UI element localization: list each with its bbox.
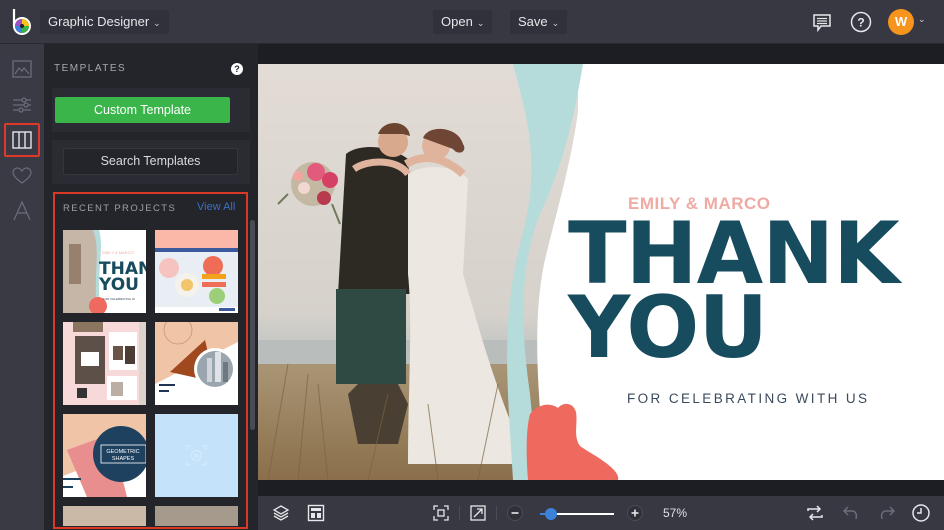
- rail-item-image-manager[interactable]: [4, 52, 40, 86]
- fit-screen-icon[interactable]: [430, 502, 452, 524]
- svg-text:YOU: YOU: [98, 275, 139, 295]
- svg-text:GEOMETRIC: GEOMETRIC: [106, 449, 139, 455]
- chevron-down-icon[interactable]: ⌄: [918, 14, 926, 25]
- view-all-link[interactable]: View All: [197, 201, 235, 213]
- recent-project-partial-2[interactable]: [155, 506, 238, 526]
- recent-project-blank[interactable]: [155, 414, 238, 497]
- user-avatar[interactable]: W: [888, 9, 914, 35]
- redo-icon[interactable]: [876, 502, 898, 524]
- chevron-down-icon: ⌄: [476, 18, 485, 28]
- top-bar: Graphic Designer ⌄ Open ⌄ Save ⌄ ? W ⌄: [0, 0, 944, 44]
- panel-scrollbar[interactable]: [250, 220, 255, 430]
- recent-project-city-geometric[interactable]: [155, 322, 238, 405]
- templates-panel: TEMPLATES ? Custom Template Search Templ…: [44, 44, 258, 530]
- design-canvas[interactable]: EMILY & MARCO THANK YOU FOR CELEBRATING …: [258, 64, 944, 480]
- save-dropdown[interactable]: Save ⌄: [510, 10, 568, 34]
- zoom-in-icon[interactable]: [624, 502, 646, 524]
- custom-template-button[interactable]: Custom Template: [55, 97, 230, 123]
- befunky-app: Graphic Designer ⌄ Open ⌄ Save ⌄ ? W ⌄ T…: [0, 0, 944, 530]
- recent-project-geometric-shapes[interactable]: GEOMETRIC SHAPES: [63, 414, 146, 497]
- recent-project-cinco-de-mayo[interactable]: [155, 230, 238, 313]
- recent-projects-title: RECENT PROJECTS: [63, 203, 177, 214]
- recent-project-thank-you[interactable]: EMILY & MARCO THAN YOU FOR CELEBRATING W: [63, 230, 146, 313]
- zoom-slider-handle[interactable]: [545, 508, 558, 520]
- chevron-down-icon: ⌄: [153, 18, 161, 28]
- chat-icon[interactable]: [810, 10, 834, 34]
- sliders-icon: [13, 97, 31, 113]
- recent-project-partial-1[interactable]: [63, 506, 146, 526]
- workspace-label: Graphic Designer: [48, 14, 150, 29]
- rail-item-favorites[interactable]: [4, 159, 40, 193]
- app-logo-icon[interactable]: [10, 8, 34, 36]
- replace-icon[interactable]: [804, 502, 826, 524]
- undo-icon[interactable]: [840, 502, 862, 524]
- tool-rail: [0, 44, 44, 530]
- recent-project-photo-collage[interactable]: [63, 322, 146, 405]
- design-headline-line2[interactable]: YOU: [568, 285, 768, 371]
- rail-item-templates[interactable]: [4, 123, 40, 157]
- chevron-down-icon: ⌄: [551, 18, 560, 28]
- zoom-out-icon[interactable]: [504, 502, 526, 524]
- layout-icon[interactable]: [305, 502, 327, 524]
- layers-icon[interactable]: [270, 502, 292, 524]
- svg-text:FOR CELEBRATING W: FOR CELEBRATING W: [103, 297, 135, 301]
- actual-size-icon[interactable]: [467, 502, 489, 524]
- recent-projects-section: RECENT PROJECTS View All EMILY & MARCO T…: [53, 192, 248, 529]
- text-icon: [13, 201, 31, 221]
- search-templates-button[interactable]: Search Templates: [63, 148, 238, 175]
- svg-text:?: ?: [857, 16, 864, 30]
- columns-icon: [12, 131, 32, 149]
- panel-title: TEMPLATES: [54, 63, 127, 74]
- zoom-percentage: 57%: [663, 506, 688, 520]
- save-label: Save: [518, 14, 548, 29]
- bottom-toolbar: 57%: [258, 496, 944, 530]
- rail-item-text[interactable]: [4, 194, 40, 228]
- svg-text:EMILY & MARCO: EMILY & MARCO: [102, 250, 133, 255]
- help-icon[interactable]: ?: [849, 10, 873, 34]
- help-icon[interactable]: ?: [231, 63, 243, 75]
- svg-text:SHAPES: SHAPES: [112, 456, 135, 462]
- open-dropdown[interactable]: Open ⌄: [433, 10, 493, 34]
- zoom-slider[interactable]: [540, 508, 614, 520]
- design-subline-text[interactable]: FOR CELEBRATING WITH US: [627, 391, 869, 406]
- workspace-dropdown[interactable]: Graphic Designer ⌄: [40, 10, 169, 34]
- image-icon: [12, 60, 32, 78]
- rail-item-adjust[interactable]: [4, 88, 40, 122]
- toolbar-divider: [496, 506, 497, 520]
- toolbar-divider: [459, 506, 460, 520]
- open-label: Open: [441, 14, 473, 29]
- history-icon[interactable]: [910, 502, 932, 524]
- heart-icon: [12, 167, 32, 184]
